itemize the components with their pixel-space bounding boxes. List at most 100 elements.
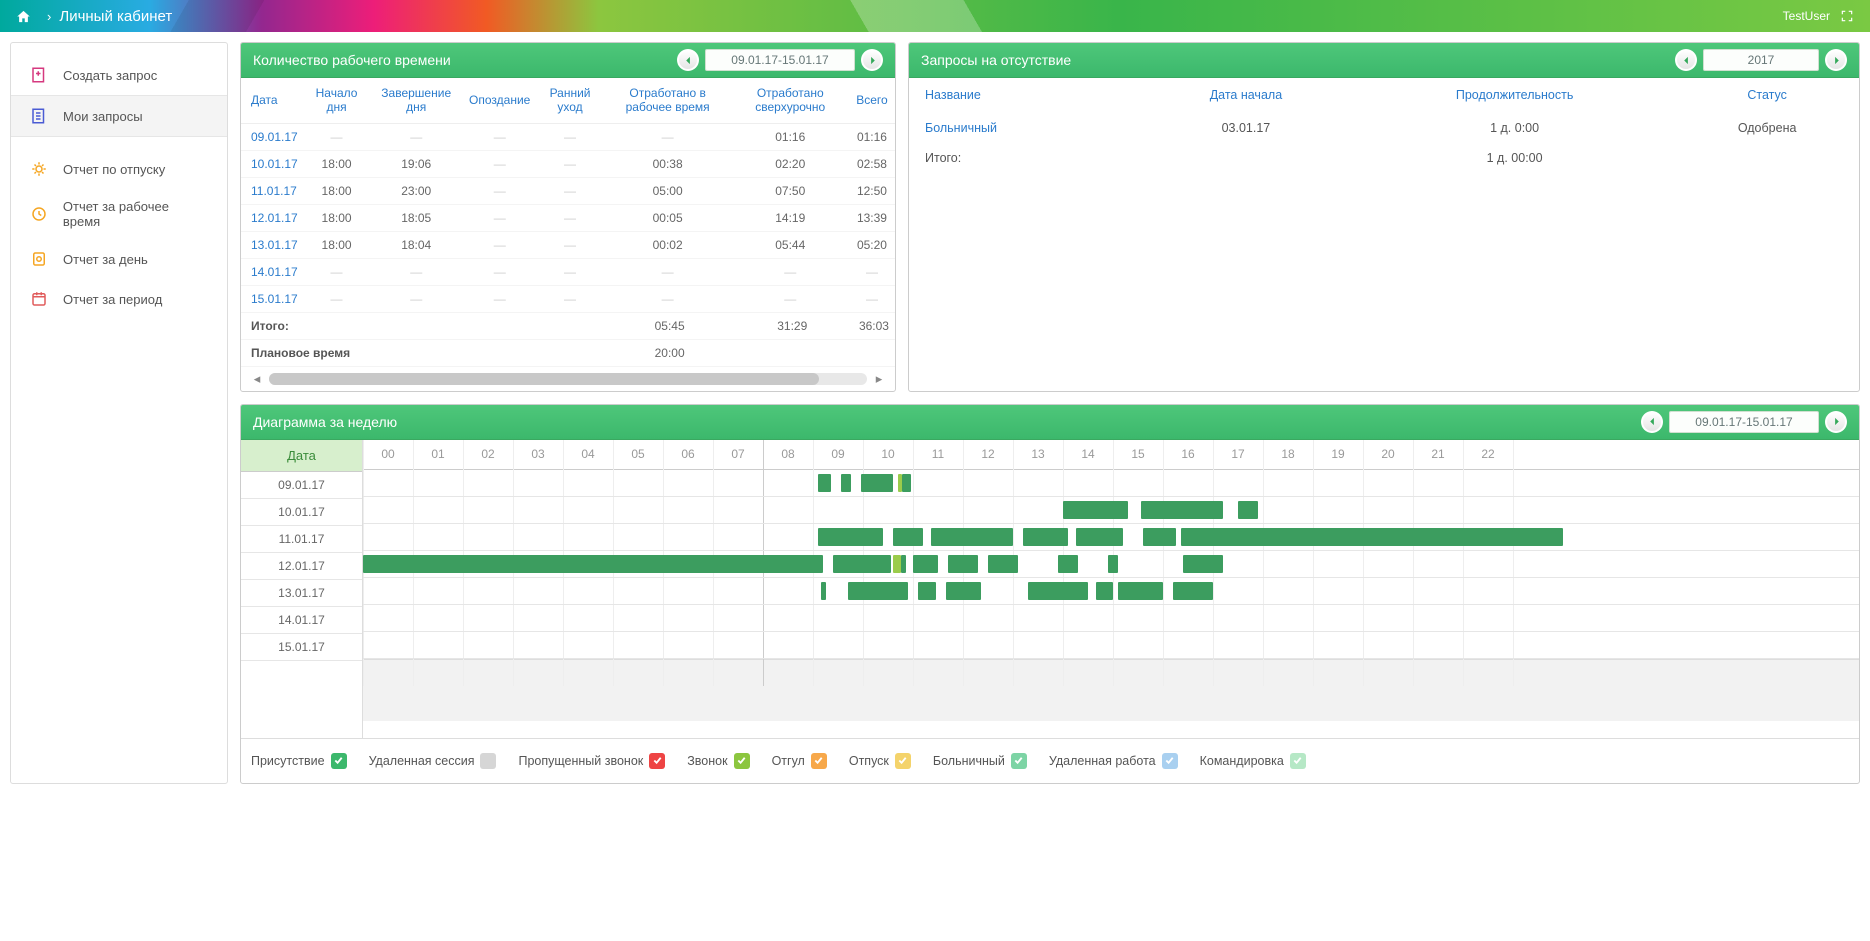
legend-remote-session[interactable]: Удаленная сессия — [369, 753, 497, 769]
table-row[interactable]: 10.01.1718:0019:06——00:3802:2002:58 — [241, 150, 895, 177]
gantt-bar[interactable] — [1118, 582, 1163, 600]
total-row: Итого:1 д. 00:00 — [909, 143, 1859, 173]
legend-missed-call[interactable]: Пропущенный звонок — [518, 753, 665, 769]
prev-year-button[interactable] — [1675, 49, 1697, 71]
check-icon — [895, 753, 911, 769]
scroll-left-icon[interactable]: ◂ — [251, 373, 263, 385]
gantt-bar[interactable] — [1076, 528, 1124, 546]
current-user-label[interactable]: TestUser — [1783, 9, 1830, 23]
gantt-bar[interactable] — [1058, 555, 1078, 573]
gantt-bar[interactable] — [818, 474, 831, 492]
gantt-bar[interactable] — [901, 555, 906, 573]
check-icon — [1290, 753, 1306, 769]
gantt-bar[interactable] — [1181, 528, 1564, 546]
gantt-bar[interactable] — [363, 555, 823, 573]
chart-range-input[interactable] — [1669, 411, 1819, 433]
absence-table: Название Дата начала Продолжительность С… — [909, 78, 1859, 173]
sidebar-item-day-report[interactable]: Отчет за день — [11, 239, 227, 279]
chart-next-button[interactable] — [1825, 411, 1847, 433]
scroll-right-icon[interactable]: ▸ — [873, 373, 885, 385]
chart-panel-header: Диаграмма за неделю — [241, 405, 1859, 440]
table-row[interactable]: 11.01.1718:0023:00——05:0007:5012:50 — [241, 177, 895, 204]
absence-panel-title: Запросы на отсутствие — [921, 52, 1675, 68]
gantt-bar[interactable] — [818, 528, 883, 546]
legend-presence[interactable]: Присутствие — [251, 753, 347, 769]
gantt-bar[interactable] — [902, 474, 911, 492]
legend-dayoff[interactable]: Отгул — [772, 753, 827, 769]
legend-sick[interactable]: Больничный — [933, 753, 1027, 769]
col-date: Дата — [241, 78, 304, 123]
gantt-bar[interactable] — [948, 555, 978, 573]
gantt-row — [363, 632, 1859, 659]
week-range-input[interactable] — [705, 49, 855, 71]
worktime-hscroll[interactable]: ◂ ▸ — [241, 367, 895, 391]
gantt-bar[interactable] — [988, 555, 1018, 573]
gantt-bar[interactable] — [861, 474, 894, 492]
chart-date-column: Дата 09.01.1710.01.1711.01.1712.01.1713.… — [241, 440, 363, 738]
sidebar-item-vacation-report[interactable]: Отчет по отпуску — [11, 149, 227, 189]
legend-remote-work[interactable]: Удаленная работа — [1049, 753, 1178, 769]
fullscreen-icon[interactable] — [1840, 9, 1854, 23]
sidebar-item-label: Отчет по отпуску — [63, 162, 165, 177]
gantt-bar[interactable] — [841, 474, 851, 492]
gantt-bar[interactable] — [1143, 528, 1176, 546]
gantt-bar[interactable] — [913, 555, 938, 573]
home-icon[interactable] — [16, 9, 31, 24]
gantt-bar[interactable] — [1096, 582, 1114, 600]
col-status: Статус — [1675, 78, 1859, 113]
gantt-bar[interactable] — [1023, 528, 1068, 546]
worktime-panel-header: Количество рабочего времени — [241, 43, 895, 78]
chart-legend: Присутствие Удаленная сессия Пропущенный… — [241, 738, 1859, 783]
sidebar-item-create-request[interactable]: Создать запрос — [11, 55, 227, 95]
breadcrumb-chevron-icon: › — [47, 9, 51, 24]
col-dur: Продолжительность — [1354, 78, 1675, 113]
year-input[interactable] — [1703, 49, 1819, 71]
sidebar-item-worktime-report[interactable]: Отчет за рабочее время — [11, 189, 227, 239]
gantt-bar[interactable] — [1108, 555, 1118, 573]
gantt-bar[interactable] — [918, 582, 936, 600]
col-late: Опоздание — [463, 78, 536, 123]
gantt-bar[interactable] — [946, 582, 981, 600]
gantt-bar[interactable] — [833, 555, 891, 573]
gantt-bar[interactable] — [1141, 501, 1224, 519]
table-row[interactable]: 15.01.17——————— — [241, 285, 895, 312]
gantt-bar[interactable] — [1173, 582, 1213, 600]
check-icon — [811, 753, 827, 769]
table-row[interactable]: 12.01.1718:0018:05——00:0514:1913:39 — [241, 204, 895, 231]
gantt-bar[interactable] — [821, 582, 826, 600]
gantt-bar[interactable] — [848, 582, 908, 600]
gantt-bar[interactable] — [893, 528, 923, 546]
sidebar: Создать запрос Мои запросы Отчет по отпу… — [10, 42, 228, 784]
sidebar-item-my-requests[interactable]: Мои запросы — [11, 95, 227, 137]
table-row[interactable]: Больничный03.01.171 д. 0:00Одобрена — [909, 113, 1859, 143]
table-row[interactable]: 14.01.17——————— — [241, 258, 895, 285]
top-bar: › Личный кабинет TestUser — [0, 0, 1870, 32]
gantt-row — [363, 605, 1859, 632]
table-row[interactable]: 09.01.17—————01:1601:16 — [241, 123, 895, 150]
gantt-bar[interactable] — [893, 555, 901, 573]
gantt-bar[interactable] — [1183, 555, 1223, 573]
col-abs-start: Дата начала — [1138, 78, 1354, 113]
chart-panel-title: Диаграмма за неделю — [253, 414, 1641, 430]
sidebar-item-period-report[interactable]: Отчет за период — [11, 279, 227, 319]
week-chart-panel: Диаграмма за неделю Дата 09.01.1710.01.1… — [240, 404, 1860, 784]
gantt-row — [363, 578, 1859, 605]
check-icon — [649, 753, 665, 769]
prev-week-button[interactable] — [677, 49, 699, 71]
legend-trip[interactable]: Командировка — [1200, 753, 1306, 769]
chart-prev-button[interactable] — [1641, 411, 1663, 433]
chart-date-cell: 09.01.17 — [241, 472, 362, 499]
table-row[interactable]: 13.01.1718:0018:04——00:0205:4405:20 — [241, 231, 895, 258]
gantt-bar[interactable] — [1063, 501, 1128, 519]
chart-date-cell: 13.01.17 — [241, 580, 362, 607]
gantt-bar[interactable] — [1238, 501, 1258, 519]
next-week-button[interactable] — [861, 49, 883, 71]
gantt-bar[interactable] — [931, 528, 1014, 546]
gantt-row — [363, 551, 1859, 578]
col-worked: Отработано в рабочее время — [604, 78, 732, 123]
check-icon — [1011, 753, 1027, 769]
legend-vacation[interactable]: Отпуск — [849, 753, 911, 769]
gantt-bar[interactable] — [1028, 582, 1088, 600]
next-year-button[interactable] — [1825, 49, 1847, 71]
legend-call[interactable]: Звонок — [687, 753, 749, 769]
